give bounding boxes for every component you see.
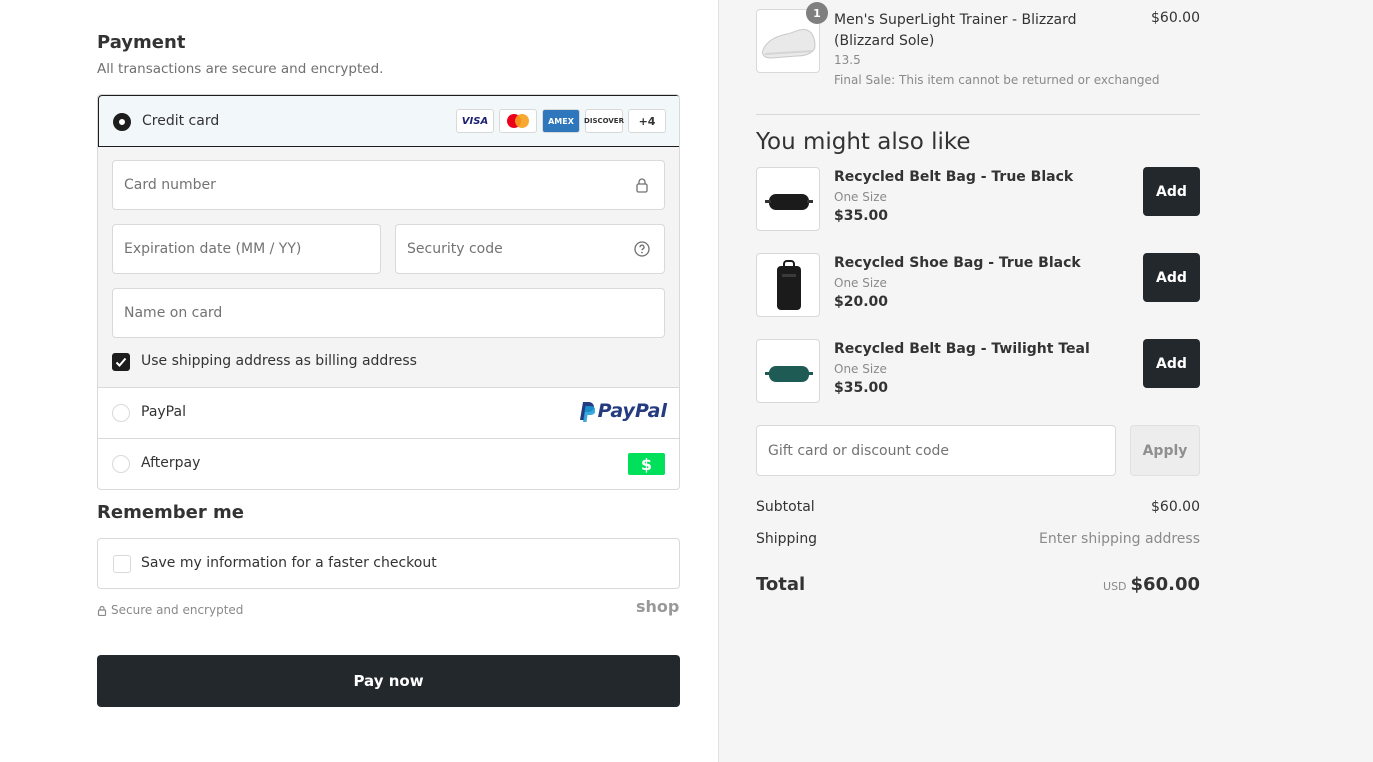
remember-title: Remember me — [97, 502, 244, 523]
payment-panel: Payment All transactions are secure and … — [0, 0, 718, 762]
add-suggestion-button[interactable]: Add — [1143, 339, 1200, 388]
shipping-label: Shipping — [756, 531, 818, 547]
mastercard-circles-icon — [507, 114, 529, 128]
discount-code-input[interactable]: Gift card or discount code — [756, 425, 1116, 476]
amex-icon: AMEX — [542, 109, 580, 133]
afterpay-option[interactable]: Afterpay $ — [98, 439, 679, 489]
save-info-checkbox[interactable] — [113, 555, 131, 573]
total-currency: USD — [1103, 580, 1127, 593]
paypal-label: PayPal — [141, 404, 186, 420]
credit-card-form: Card number Expiration date (MM / YY) Se… — [98, 147, 679, 388]
suggestion-price: $20.00 — [834, 294, 889, 310]
cart-item-price: $60.00 — [1151, 10, 1200, 26]
suggestion-image-shoe-bag-black — [756, 253, 820, 317]
suggestion-image-belt-bag-black — [756, 167, 820, 231]
card-number-placeholder: Card number — [124, 177, 216, 193]
security-code-placeholder: Security code — [407, 241, 503, 257]
secure-note: Secure and encrypted — [97, 603, 243, 617]
cart-item-qty-badge: 1 — [806, 2, 828, 24]
total-value: $60.00 — [1130, 574, 1200, 595]
save-info-label: Save my information for a faster checkou… — [141, 555, 437, 571]
secure-note-text: Secure and encrypted — [111, 603, 244, 617]
remember-option[interactable]: Save my information for a faster checkou… — [97, 538, 680, 589]
shipping-value: Enter shipping address — [1039, 531, 1200, 547]
paypal-p-icon — [579, 402, 595, 422]
payment-subtitle: All transactions are secure and encrypte… — [97, 61, 384, 77]
suggestion-name[interactable]: Recycled Shoe Bag - True Black — [834, 255, 1081, 271]
suggestion-price: $35.00 — [834, 380, 889, 396]
credit-card-option[interactable]: Credit card VISA AMEX DISCOVER +4 — [98, 95, 679, 147]
add-suggestion-button[interactable]: Add — [1143, 253, 1200, 302]
paypal-option[interactable]: PayPal PayPal — [98, 388, 679, 439]
belt-bag-teal-icon — [765, 366, 813, 382]
suggestion-size: One Size — [834, 276, 887, 290]
checkmark-icon — [115, 357, 127, 367]
paypal-radio[interactable] — [112, 404, 130, 422]
expiration-field[interactable]: Expiration date (MM / YY) — [112, 224, 381, 274]
add-suggestion-button[interactable]: Add — [1143, 167, 1200, 216]
security-code-field[interactable]: Security code — [395, 224, 665, 274]
lock-icon — [636, 178, 648, 193]
suggestion-name[interactable]: Recycled Belt Bag - True Black — [834, 169, 1073, 185]
belt-bag-icon — [765, 194, 813, 210]
suggestion-price: $35.00 — [834, 208, 889, 224]
credit-card-label: Credit card — [142, 113, 220, 129]
suggestion-size: One Size — [834, 362, 887, 376]
afterpay-logo-icon: $ — [628, 453, 665, 475]
discover-icon: DISCOVER — [584, 109, 624, 133]
expiration-placeholder: Expiration date (MM / YY) — [124, 241, 302, 257]
apply-discount-button[interactable]: Apply — [1130, 425, 1200, 476]
shoe-bag-icon — [777, 260, 801, 310]
name-on-card-field[interactable]: Name on card — [112, 288, 665, 338]
cart-item-note: Final Sale: This item cannot be returned… — [834, 73, 1160, 87]
mastercard-icon — [499, 109, 537, 133]
help-icon[interactable] — [634, 241, 650, 257]
suggestion-size: One Size — [834, 190, 887, 204]
suggestions-title: You might also like — [756, 129, 971, 155]
more-cards-icon: +4 — [628, 109, 666, 133]
payment-title: Payment — [97, 32, 186, 53]
subtotal-label: Subtotal — [756, 499, 815, 515]
total-label: Total — [756, 574, 806, 595]
afterpay-radio[interactable] — [112, 455, 130, 473]
paypal-logo: PayPal — [577, 400, 667, 422]
payment-methods: Credit card VISA AMEX DISCOVER +4 Card n… — [97, 94, 680, 490]
suggestion-image-belt-bag-teal — [756, 339, 820, 403]
card-number-field[interactable]: Card number — [112, 160, 665, 210]
billing-same-checkbox[interactable] — [112, 353, 130, 371]
shop-logo: shop — [636, 597, 680, 616]
summary-divider — [756, 114, 1200, 115]
pay-now-button[interactable]: Pay now — [97, 655, 680, 707]
credit-card-radio[interactable] — [113, 113, 131, 131]
suggestion-name[interactable]: Recycled Belt Bag - Twilight Teal — [834, 341, 1090, 357]
visa-icon: VISA — [456, 109, 494, 133]
afterpay-label: Afterpay — [141, 455, 201, 471]
cart-item-name: Men's SuperLight Trainer - Blizzard (Bli… — [834, 12, 1077, 49]
subtotal-value: $60.00 — [1151, 499, 1200, 515]
small-lock-icon — [97, 605, 107, 616]
name-on-card-placeholder: Name on card — [124, 305, 223, 321]
paypal-wordmark: PayPal — [597, 400, 667, 422]
billing-same-label: Use shipping address as billing address — [141, 353, 417, 369]
cart-item-size: 13.5 — [834, 53, 861, 67]
total-amount: USD $60.00 — [1040, 574, 1200, 595]
